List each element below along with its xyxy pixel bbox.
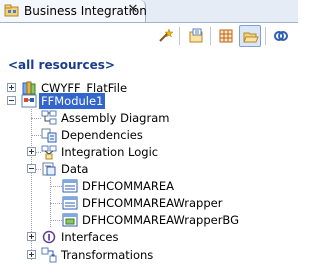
- expand-icon[interactable]: [27, 232, 36, 241]
- tree-item-integration-logic[interactable]: Integration Logic: [0, 144, 298, 161]
- expand-icon[interactable]: [27, 250, 36, 259]
- dependencies-icon: [41, 127, 57, 143]
- tree-item-dfhcommareawrapperbg[interactable]: DFHCOMMAREAWrapperBG: [0, 212, 298, 229]
- toolbar-separator: [179, 27, 180, 45]
- tree-item-label: Dependencies: [61, 128, 143, 142]
- assembly-diagram-icon: [41, 110, 57, 126]
- toolbar-separator: [265, 27, 266, 45]
- business-integration-icon: [4, 4, 20, 18]
- tree-item-interfaces[interactable]: I Interfaces: [0, 229, 298, 246]
- show-grid-button[interactable]: [215, 25, 237, 47]
- filter-wand-icon: [159, 28, 173, 42]
- new-module-icon: [189, 28, 203, 43]
- view-tab-bar: Business Integration ✕: [0, 0, 298, 23]
- open-folder-icon: [243, 32, 259, 43]
- data-folder-icon: [41, 161, 57, 177]
- business-graph-icon: [62, 212, 78, 228]
- collapse-icon[interactable]: [27, 164, 36, 173]
- tree-item-label: FFModule1: [39, 93, 106, 109]
- expand-icon[interactable]: [27, 147, 36, 156]
- tree-item-label: Interfaces: [61, 230, 119, 244]
- tree-item-label: DFHCOMMAREA: [82, 179, 175, 193]
- tree-item-ffmodule1[interactable]: FFModule1: [0, 93, 298, 110]
- tree-item-label: DFHCOMMAREAWrapperBG: [82, 213, 240, 227]
- module-icon: [21, 93, 37, 109]
- transformations-icon: [41, 247, 57, 263]
- link-editor-icon: [274, 31, 288, 41]
- tree-item-label: Transformations: [61, 248, 154, 262]
- tree-item-label: Assembly Diagram: [61, 111, 170, 125]
- tree-item-transformations[interactable]: Transformations: [0, 247, 298, 264]
- link-editor-button[interactable]: [270, 25, 292, 47]
- close-icon[interactable]: ✕: [125, 2, 141, 18]
- svg-text:I: I: [47, 234, 50, 244]
- tree-item-label: Data: [61, 162, 89, 176]
- tree-item-label: DFHCOMMAREAWrapper: [82, 196, 223, 210]
- view-tab[interactable]: Business Integration ✕: [0, 0, 147, 22]
- tree-item-dependencies[interactable]: Dependencies: [0, 127, 298, 144]
- expand-icon[interactable]: [7, 83, 16, 92]
- resource-filter-link[interactable]: <all resources>: [8, 58, 115, 72]
- business-object-icon: [62, 178, 78, 194]
- tree-item-dfhcommarea[interactable]: DFHCOMMAREA: [0, 178, 298, 195]
- show-grid-icon: [219, 29, 233, 43]
- business-object-icon: [62, 195, 78, 211]
- toolbar-separator: [210, 27, 211, 45]
- tree-item-dfhcommareawrapper[interactable]: DFHCOMMAREAWrapper: [0, 195, 298, 212]
- collapse-icon[interactable]: [7, 96, 16, 105]
- open-folder-button[interactable]: [239, 25, 261, 47]
- integration-logic-icon: [41, 144, 57, 160]
- tree-item-data[interactable]: Data: [0, 161, 298, 178]
- interfaces-icon: I: [41, 229, 57, 245]
- tree-item-assembly-diagram[interactable]: Assembly Diagram: [0, 110, 298, 127]
- filter-wand-button[interactable]: [154, 25, 176, 47]
- navigator-tree: <all resources> CWYFF_FlatFile FFModule1…: [0, 51, 298, 273]
- new-module-button[interactable]: [185, 25, 207, 47]
- view-toolbar: [0, 23, 298, 51]
- tree-item-label: Integration Logic: [61, 145, 159, 159]
